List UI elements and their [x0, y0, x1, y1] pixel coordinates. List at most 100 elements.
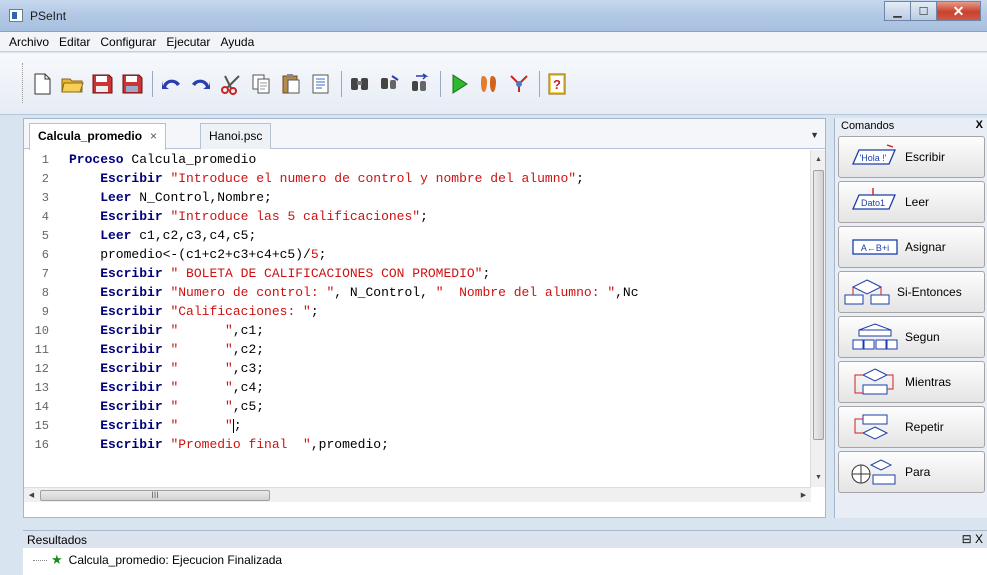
assign-badge: A←B+i	[861, 243, 889, 253]
properties-icon[interactable]	[307, 70, 335, 98]
cut-icon[interactable]	[217, 70, 245, 98]
cmd-escribir-button[interactable]: 'Hola !' Escribir	[838, 136, 985, 178]
window-controls: ▁ ☐ ✕	[884, 1, 981, 21]
menu-editar[interactable]: Editar	[54, 35, 95, 49]
cmd-label: Leer	[905, 195, 930, 209]
save-icon[interactable]	[88, 70, 116, 98]
paste-icon[interactable]	[277, 70, 305, 98]
run-icon[interactable]	[445, 70, 473, 98]
code-line[interactable]: 8 Escribir "Numero de control: ", N_Cont…	[24, 283, 811, 302]
open-folder-icon[interactable]	[58, 70, 86, 98]
tab-calcula-promedio[interactable]: Calcula_promedio ×	[29, 123, 167, 150]
results-title: Resultados	[27, 533, 88, 547]
line-number: 15	[34, 419, 49, 433]
cmd-asignar-button[interactable]: A←B+i Asignar	[838, 226, 985, 268]
code-line[interactable]: 3 Leer N_Control,Nombre;	[24, 188, 811, 207]
code-line[interactable]: 9 Escribir "Calificaciones: ";	[24, 302, 811, 321]
toolbar-separator	[341, 71, 342, 97]
scroll-left-icon[interactable]: ◀	[24, 488, 39, 503]
code-token: Escribir	[100, 399, 171, 414]
help-icon[interactable]: ?	[544, 70, 572, 98]
code-line[interactable]: 4 Escribir "Introduce las 5 calificacion…	[24, 207, 811, 226]
code-line[interactable]: 6 promedio<-(c1+c2+c3+c4+c5)/5;	[24, 245, 811, 264]
commands-close-icon[interactable]: X	[976, 119, 983, 131]
vertical-scrollbar[interactable]: ▲ ▼	[810, 150, 825, 487]
result-item[interactable]: ★ Calcula_promedio: Ejecucion Finalizada	[33, 552, 282, 568]
scroll-thumb[interactable]	[813, 170, 824, 440]
code-token: ,Nc	[615, 285, 639, 300]
read-icon: Dato1	[852, 188, 896, 210]
code-line[interactable]: 1 Proceso Calcula_promedio	[24, 150, 811, 169]
code-token: " BOLETA DE CALIFICACIONES CON PROMEDIO"	[170, 266, 483, 281]
step-by-step-icon[interactable]	[475, 70, 503, 98]
close-button[interactable]: ✕	[936, 1, 981, 21]
menu-ejecutar[interactable]: Ejecutar	[161, 35, 215, 49]
code-token: N_Control,Nombre;	[139, 190, 272, 205]
code-line[interactable]: 16 Escribir "Promedio final ",promedio;	[24, 435, 811, 454]
code-line[interactable]: 10 Escribir " ",c1;	[24, 321, 811, 340]
code-line[interactable]: 15 Escribir " ";	[24, 416, 811, 435]
menu-ayuda[interactable]: Ayuda	[215, 35, 259, 49]
success-star-icon: ★	[51, 552, 63, 567]
code-token: ,c5;	[232, 399, 265, 414]
undo-icon[interactable]	[157, 70, 185, 98]
result-message: Calcula_promedio: Ejecucion Finalizada	[68, 553, 283, 567]
code-token: Escribir	[100, 266, 171, 281]
cmd-repetir-button[interactable]: Repetir	[838, 406, 985, 448]
tab-label: Hanoi.psc	[209, 129, 263, 143]
code-line[interactable]: 5 Leer c1,c2,c3,c4,c5;	[24, 226, 811, 245]
find-icon[interactable]	[346, 70, 374, 98]
maximize-button[interactable]: ☐	[910, 1, 937, 21]
minimize-button[interactable]: ▁	[884, 1, 911, 21]
code-line[interactable]: 14 Escribir " ",c5;	[24, 397, 811, 416]
cmd-mientras-button[interactable]: Mientras	[838, 361, 985, 403]
code-token: " "	[170, 342, 233, 357]
horizontal-scrollbar[interactable]: ◀ III ▶	[24, 487, 811, 502]
for-icon	[851, 459, 896, 485]
code-editor[interactable]: 1 Proceso Calcula_promedio 2 Escribir "Int…	[24, 150, 811, 487]
tab-list-dropdown-icon[interactable]: ▼	[810, 130, 819, 140]
cmd-leer-button[interactable]: Dato1 Leer	[838, 181, 985, 223]
commands-panel: Comandos X 'Hola !' Escribir Dato1 Leer …	[834, 118, 987, 518]
code-line[interactable]: 12 Escribir " ",c3;	[24, 359, 811, 378]
cmd-label: Para	[905, 465, 931, 479]
flowchart-icon[interactable]	[505, 70, 533, 98]
code-token: "Calificaciones: "	[170, 304, 311, 319]
line-number: 13	[34, 381, 49, 395]
write-badge: 'Hola !'	[860, 153, 887, 163]
svg-text:?: ?	[553, 77, 561, 92]
code-token: "Introduce las 5 calificaciones"	[170, 209, 421, 224]
code-token: Escribir	[100, 285, 171, 300]
code-line[interactable]: 13 Escribir " ",c4;	[24, 378, 811, 397]
find-next-icon[interactable]	[376, 70, 404, 98]
replace-icon[interactable]	[406, 70, 434, 98]
code-token: " "	[170, 380, 233, 395]
menu-archivo[interactable]: Archivo	[4, 35, 54, 49]
code-line[interactable]: 11 Escribir " ",c2;	[24, 340, 811, 359]
scroll-down-icon[interactable]: ▼	[811, 470, 826, 485]
menu-configurar[interactable]: Configurar	[95, 35, 161, 49]
code-line[interactable]: 2 Escribir "Introduce el numero de contr…	[24, 169, 811, 188]
scroll-up-icon[interactable]: ▲	[811, 152, 826, 167]
copy-icon[interactable]	[247, 70, 275, 98]
code-token: Escribir	[100, 304, 171, 319]
code-token: " "	[170, 399, 233, 414]
save-as-icon[interactable]	[118, 70, 146, 98]
toolbar-grip[interactable]	[22, 63, 25, 103]
scroll-right-icon[interactable]: ▶	[796, 488, 811, 503]
results-controls[interactable]: ⊟ X	[962, 532, 983, 546]
redo-icon[interactable]	[187, 70, 215, 98]
tab-bar: Calcula_promedio × Hanoi.psc ▼	[24, 119, 825, 150]
scroll-thumb[interactable]: III	[40, 490, 270, 501]
cmd-segun-button[interactable]: Segun	[838, 316, 985, 358]
new-file-icon[interactable]	[28, 70, 56, 98]
tab-hanoi[interactable]: Hanoi.psc	[200, 123, 272, 149]
cmd-si-entonces-button[interactable]: Si-Entonces	[838, 271, 985, 313]
code-line[interactable]: 7 Escribir " BOLETA DE CALIFICACIONES CO…	[24, 264, 811, 283]
tab-close-icon[interactable]: ×	[150, 129, 157, 143]
code-token: ;	[318, 247, 327, 262]
cmd-para-button[interactable]: Para	[838, 451, 985, 493]
